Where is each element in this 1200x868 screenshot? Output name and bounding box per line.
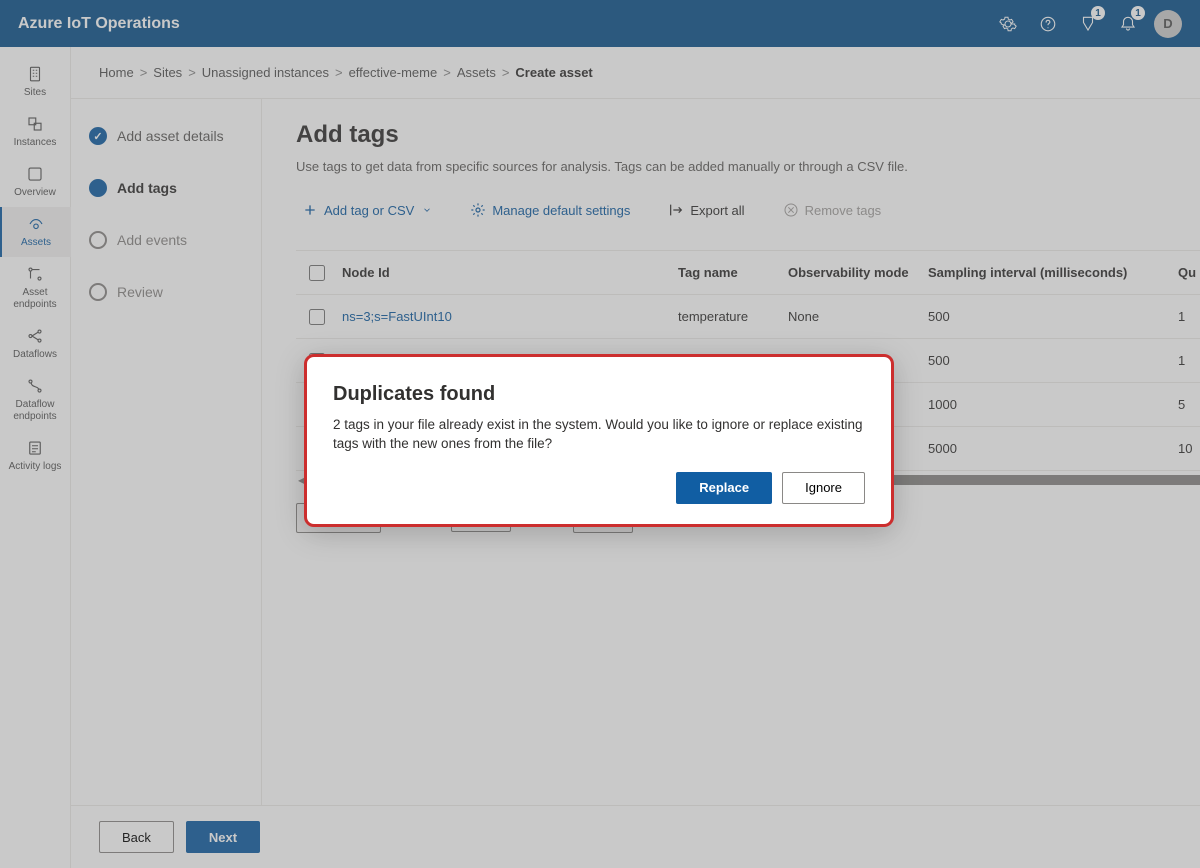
dialog-ignore-button[interactable]: Ignore — [782, 472, 865, 504]
dialog-replace-button[interactable]: Replace — [676, 472, 772, 504]
dialog-message: 2 tags in your file already exist in the… — [333, 416, 865, 454]
dialog-title: Duplicates found — [333, 383, 865, 406]
duplicates-dialog: Duplicates found 2 tags in your file alr… — [304, 354, 894, 527]
modal-overlay[interactable]: Duplicates found 2 tags in your file alr… — [0, 0, 1200, 868]
